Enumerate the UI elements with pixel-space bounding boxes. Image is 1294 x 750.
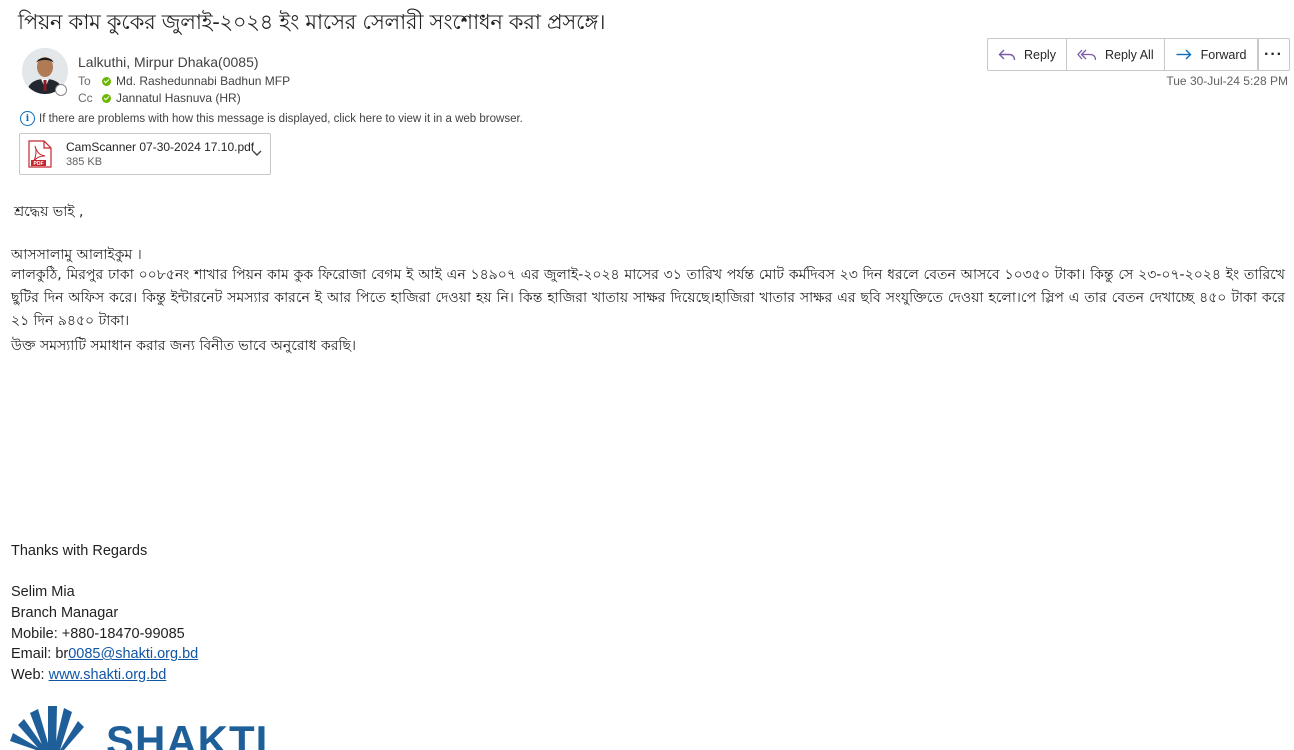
chevron-down-icon[interactable] <box>250 146 264 160</box>
web-link[interactable]: www.shakti.org.bd <box>49 667 167 683</box>
cc-label: Cc <box>78 91 93 105</box>
to-recipient[interactable]: Md. Rashedunnabi Badhun MFP <box>116 74 290 88</box>
web-label: Web: <box>11 667 49 683</box>
reply-all-label: Reply All <box>1104 47 1154 62</box>
reply-all-button[interactable]: Reply All <box>1067 39 1165 70</box>
reply-label: Reply <box>1024 47 1056 62</box>
more-actions-button[interactable]: ··· <box>1257 38 1290 71</box>
pdf-badge: PDF <box>34 161 44 167</box>
message-actions: Reply Reply All Forward <box>987 38 1260 71</box>
forward-label: Forward <box>1200 47 1247 62</box>
email-link[interactable]: 0085@shakti.org.bd <box>68 646 198 662</box>
to-row: To Md. Rashedunnabi Badhun MFP <box>78 74 290 88</box>
presence-available-icon <box>102 93 111 103</box>
info-bar[interactable]: i If there are problems with how this me… <box>20 111 523 126</box>
sender-name[interactable]: Lalkuthi, Mirpur Dhaka(0085) <box>78 54 259 70</box>
pdf-file-icon: PDF <box>28 140 52 168</box>
shakti-logo: SHAKTI <box>10 703 270 750</box>
info-bar-text: If there are problems with how this mess… <box>39 112 523 125</box>
attachment-size: 385 KB <box>66 156 103 168</box>
request-line: উক্ত সমস্যাটি সমাধান করার জন্য বিনীত ভাব… <box>11 338 356 354</box>
presence-status-icon <box>55 84 67 96</box>
more-icon: ··· <box>1264 45 1283 63</box>
logo-mark-icon <box>10 706 84 750</box>
sent-date: Tue 30-Jul-24 5:28 PM <box>1166 74 1288 88</box>
signature-name: Selim Mia <box>11 584 75 600</box>
reply-icon <box>998 49 1016 60</box>
info-icon: i <box>20 111 35 126</box>
forward-icon <box>1176 49 1192 59</box>
cc-row: Cc Jannatul Hasnuva (HR) <box>78 91 241 105</box>
email-label: Email: br <box>11 646 69 662</box>
to-label: To <box>78 74 91 88</box>
signature-web-row: Web: www.shakti.org.bd <box>11 667 166 683</box>
cc-recipient[interactable]: Jannatul Hasnuva (HR) <box>116 91 241 105</box>
body-paragraph: লালকুঠি, মিরপুর ঢাকা ০০৮৫নং শাখার পিয়ন … <box>11 267 1285 329</box>
reply-all-icon <box>1077 49 1097 60</box>
signature-title: Branch Managar <box>11 605 119 621</box>
signature-email-row: Email: br0085@shakti.org.bd <box>11 646 198 662</box>
signature-mobile: Mobile: +880-18470-99085 <box>11 626 185 642</box>
reply-button[interactable]: Reply <box>988 39 1067 70</box>
closing-line: Thanks with Regards <box>11 543 148 559</box>
attachment-card[interactable]: PDF CamScanner 07-30-2024 17.10.pdf 385 … <box>19 133 271 175</box>
forward-button[interactable]: Forward <box>1165 39 1259 70</box>
email-subject: পিয়ন কাম কুকের জুলাই-২০২৪ ইং মাসের সেলা… <box>18 10 606 34</box>
attachment-name: CamScanner 07-30-2024 17.10.pdf <box>66 140 255 154</box>
presence-available-icon <box>102 76 111 86</box>
salutation: শ্রদ্ধেয় ভাই , <box>14 204 84 220</box>
logo-text: SHAKTI <box>106 717 269 750</box>
